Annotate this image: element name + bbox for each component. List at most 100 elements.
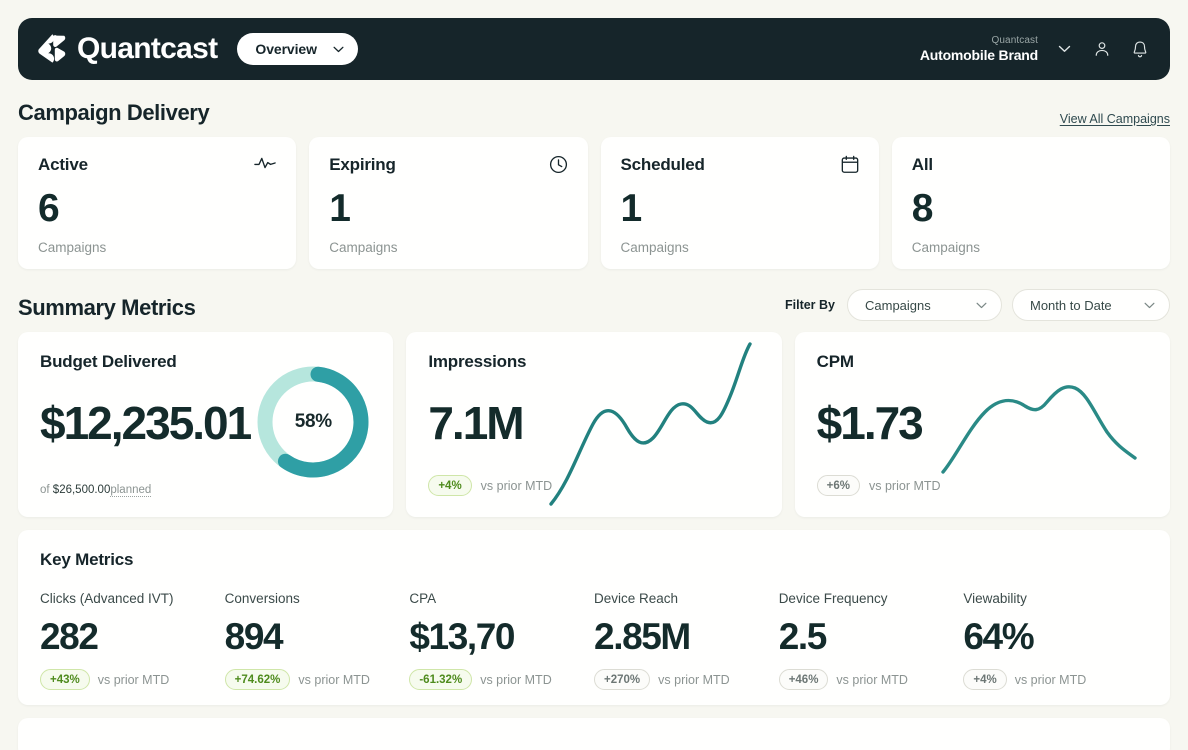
key-metric-label: Device Frequency (779, 591, 964, 606)
summary-metrics-title: Summary Metrics (18, 295, 195, 321)
key-metric-delta-caption: vs prior MTD (1015, 673, 1087, 687)
quantcast-logo-icon (38, 33, 68, 65)
key-metric-device-frequency: Device Frequency 2.5 +46% vs prior MTD (779, 591, 964, 690)
status-card-sub: Campaigns (912, 240, 1150, 255)
summary-metric-cards: Budget Delivered $12,235.01 of $26,500.0… (18, 332, 1170, 517)
key-metric-delta-badge: +74.62% (225, 669, 291, 690)
key-metric-delta-caption: vs prior MTD (298, 673, 370, 687)
calendar-icon (841, 155, 859, 174)
notifications-button[interactable] (1128, 37, 1152, 61)
chevron-down-icon (1058, 45, 1071, 53)
chevron-down-icon (976, 302, 987, 309)
key-metric-delta-badge: +43% (40, 669, 90, 690)
metric-delta-caption: vs prior MTD (869, 479, 941, 493)
bell-icon (1131, 40, 1149, 59)
key-metric-device-reach: Device Reach 2.85M +270% vs prior MTD (594, 591, 779, 690)
status-card-expiring[interactable]: Expiring 1 Campaigns (309, 137, 587, 269)
app-header: Quantcast Overview Quantcast Automobile … (18, 18, 1170, 80)
key-metric-delta-caption: vs prior MTD (98, 673, 170, 687)
key-metric-value: 894 (225, 618, 410, 655)
donut-percent-label: 58% (253, 362, 373, 482)
key-metric-value: 2.5 (779, 618, 964, 655)
key-metric-delta-badge: +4% (963, 669, 1006, 690)
period-filter-select[interactable]: Month to Date (1012, 289, 1170, 321)
metric-value: $12,235.01 (40, 400, 250, 446)
key-metric-label: Viewability (963, 591, 1148, 606)
account-parent-label: Quantcast (920, 35, 1038, 47)
key-metric-label: Conversions (225, 591, 410, 606)
planned-suffix: planned (110, 484, 151, 497)
status-card-label: All (912, 155, 933, 175)
metric-delta-row: +6% vs prior MTD (817, 475, 941, 496)
overview-dropdown[interactable]: Overview (237, 33, 357, 65)
dashboard-page: Quantcast Overview Quantcast Automobile … (0, 18, 1188, 750)
status-card-value: 8 (912, 189, 1150, 228)
status-card-scheduled[interactable]: Scheduled 1 Campaigns (601, 137, 879, 269)
key-metric-conversions: Conversions 894 +74.62% vs prior MTD (225, 591, 410, 690)
user-profile-button[interactable] (1090, 37, 1114, 61)
key-metric-delta-badge: -61.32% (409, 669, 472, 690)
key-metric-value: 64% (963, 618, 1148, 655)
status-card-active[interactable]: Active 6 Campaigns (18, 137, 296, 269)
metric-card-budget-delivered: Budget Delivered $12,235.01 of $26,500.0… (18, 332, 393, 517)
metric-value: 7.1M (428, 400, 522, 446)
key-metric-delta-caption: vs prior MTD (836, 673, 908, 687)
key-metric-label: CPA (409, 591, 594, 606)
brand-name: Quantcast (77, 34, 217, 64)
key-metric-delta-caption: vs prior MTD (480, 673, 552, 687)
view-all-campaigns-link[interactable]: View All Campaigns (1060, 112, 1170, 126)
impressions-sparkline (547, 332, 782, 517)
key-metric-delta-badge: +270% (594, 669, 650, 690)
clock-icon (549, 155, 568, 174)
campaign-status-cards: Active 6 Campaigns Expiring 1 Campaigns … (18, 137, 1170, 269)
planned-prefix: of (40, 484, 53, 496)
metric-delta-caption: vs prior MTD (481, 479, 553, 493)
status-card-all[interactable]: All 8 Campaigns (892, 137, 1170, 269)
key-metric-clicks: Clicks (Advanced IVT) 282 +43% vs prior … (40, 591, 225, 690)
status-card-label: Active (38, 155, 88, 175)
metric-value: $1.73 (817, 400, 922, 446)
status-card-sub: Campaigns (329, 240, 567, 255)
status-card-value: 1 (621, 189, 859, 228)
key-metric-delta-caption: vs prior MTD (658, 673, 730, 687)
metric-delta-badge: +4% (428, 475, 471, 496)
activity-pulse-icon (254, 155, 276, 171)
user-icon (1093, 40, 1111, 58)
metric-delta-badge: +6% (817, 475, 860, 496)
campaigns-filter-value: Campaigns (865, 298, 931, 313)
key-metric-label: Device Reach (594, 591, 779, 606)
chevron-down-icon (333, 46, 344, 53)
account-name-label: Automobile Brand (920, 47, 1038, 63)
key-metric-value: 2.85M (594, 618, 779, 655)
header-actions: Quantcast Automobile Brand (920, 35, 1152, 63)
summary-filters: Filter By Campaigns Month to Date (785, 289, 1170, 321)
metric-card-impressions: Impressions 7.1M +4% vs prior MTD (406, 332, 781, 517)
filter-by-label: Filter By (785, 298, 835, 312)
campaign-delivery-header: Campaign Delivery View All Campaigns (18, 100, 1170, 126)
key-metric-value: $13,70 (409, 618, 594, 655)
next-section-card (18, 718, 1170, 750)
chevron-down-icon (1144, 302, 1155, 309)
overview-dropdown-label: Overview (255, 41, 316, 57)
status-card-value: 6 (38, 189, 276, 228)
key-metrics-grid: Clicks (Advanced IVT) 282 +43% vs prior … (40, 591, 1148, 690)
cpm-sparkline (935, 332, 1170, 517)
budget-donut-chart: 58% (253, 362, 373, 482)
key-metric-value: 282 (40, 618, 225, 655)
key-metric-cpa: CPA $13,70 -61.32% vs prior MTD (409, 591, 594, 690)
metric-card-cpm: CPM $1.73 +6% vs prior MTD (795, 332, 1170, 517)
key-metric-viewability: Viewability 64% +4% vs prior MTD (963, 591, 1148, 690)
period-filter-value: Month to Date (1030, 298, 1112, 313)
brand-logo[interactable]: Quantcast (38, 33, 217, 65)
status-card-value: 1 (329, 189, 567, 228)
campaigns-filter-select[interactable]: Campaigns (847, 289, 1002, 321)
account-switcher[interactable]: Quantcast Automobile Brand (920, 35, 1038, 63)
account-chevron-button[interactable] (1052, 37, 1076, 61)
status-card-label: Scheduled (621, 155, 705, 175)
status-card-label: Expiring (329, 155, 395, 175)
key-metric-delta-badge: +46% (779, 669, 829, 690)
status-card-sub: Campaigns (621, 240, 859, 255)
metric-delta-row: +4% vs prior MTD (428, 475, 552, 496)
campaign-delivery-title: Campaign Delivery (18, 100, 209, 126)
key-metric-label: Clicks (Advanced IVT) (40, 591, 225, 606)
